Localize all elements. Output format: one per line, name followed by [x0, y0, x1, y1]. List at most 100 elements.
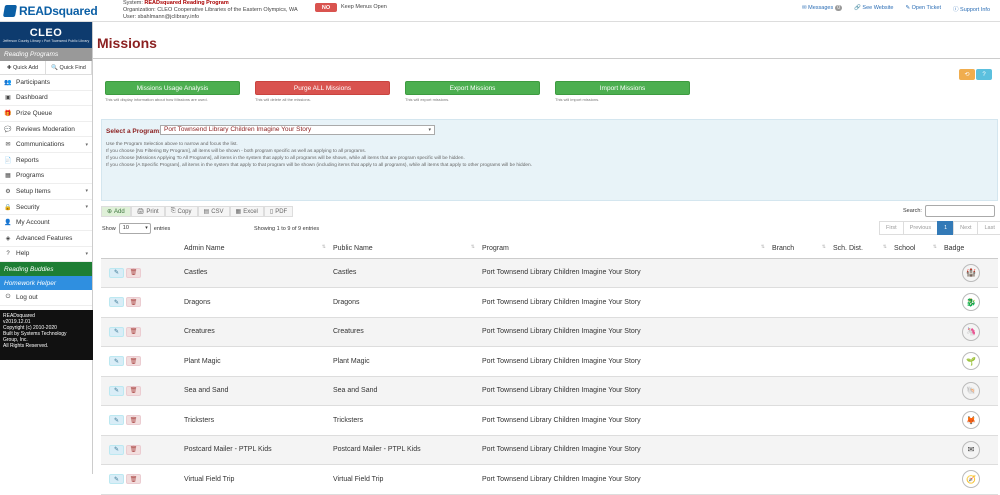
quick-add-button[interactable]: ✚ Quick Add — [0, 61, 46, 74]
edit-icon[interactable]: ✎ — [109, 326, 124, 337]
page-length-control: Show 10 entries — [102, 223, 170, 234]
edit-icon[interactable]: ✎ — [109, 267, 124, 278]
pdf-button[interactable]: ▯ PDF — [263, 206, 294, 217]
logout-link[interactable]: ⏻ Log out — [0, 290, 92, 306]
copy-button[interactable]: ⎘ Copy — [164, 206, 198, 217]
messages-link[interactable]: ✉ Messages 0 — [802, 5, 843, 13]
col-school[interactable]: School ⇅ — [891, 239, 941, 259]
col-admin-name[interactable]: Admin Name ⇅ — [181, 239, 330, 259]
trash-icon[interactable]: 🗑 — [126, 444, 141, 455]
action-buttons: Missions Usage Analysis This will display… — [105, 81, 690, 102]
sidebar-item-reviews-moderation[interactable]: 💬 Reviews Moderation — [0, 122, 92, 138]
sidebar-item-reports[interactable]: 📄 Reports — [0, 153, 92, 169]
csv-button[interactable]: ▤ CSV — [197, 206, 230, 217]
edit-icon[interactable]: ✎ — [109, 297, 124, 308]
sort-icon[interactable]: ⇅ — [883, 244, 887, 250]
pager-last[interactable]: Last — [977, 221, 1000, 235]
trash-icon[interactable]: 🗑 — [126, 415, 141, 426]
edit-icon[interactable]: ✎ — [109, 356, 124, 367]
page-title: Missions — [97, 35, 157, 51]
sort-icon[interactable]: ⇅ — [322, 244, 326, 250]
admin-name-cell: Dragons — [181, 287, 330, 318]
table-row: ✎ 🗑 Dragons Dragons Port Townsend Library Ch… — [101, 287, 998, 318]
trash-icon[interactable]: 🗑 — [126, 297, 141, 308]
pager-1[interactable]: 1 — [937, 221, 955, 235]
action-group: Import Missions This will import missions… — [555, 81, 690, 102]
add-button[interactable]: ⊕ Add — [101, 206, 131, 217]
action-button-purge-all-missions[interactable]: Purge ALL Missions — [255, 81, 390, 95]
col-badge[interactable]: Badge — [941, 239, 998, 259]
chevron-down-icon: ▾ — [428, 127, 431, 133]
col-sch-dist-[interactable]: Sch. Dist. ⇅ — [830, 239, 891, 259]
public-name-cell: Virtual Field Trip — [330, 464, 479, 495]
sidebar-item-icon: 🔒 — [4, 204, 12, 211]
public-name-cell: Sea and Sand — [330, 376, 479, 406]
sidebar-item-icon: 💬 — [4, 126, 12, 133]
sidebar-item-help[interactable]: ? Help ▾ — [0, 247, 92, 263]
trash-icon[interactable]: 🗑 — [126, 326, 141, 337]
program-select[interactable]: Port Townsend Library Children Imagine Y… — [160, 125, 435, 135]
edit-icon[interactable]: ✎ — [109, 415, 124, 426]
school-district-cell — [830, 317, 891, 347]
sidebar-item-participants[interactable]: 👥 Participants — [0, 75, 92, 91]
sidebar-item-security[interactable]: 🔒 Security ▾ — [0, 200, 92, 216]
sidebar-item-my-account[interactable]: 👤 My Account — [0, 215, 92, 231]
power-icon: ⏻ — [5, 293, 11, 300]
sort-icon[interactable]: ⇅ — [471, 244, 475, 250]
pager-next[interactable]: Next — [953, 221, 979, 235]
support-info-link[interactable]: ⓘ Support Info — [953, 5, 990, 13]
column-header-label: Public Name — [333, 244, 373, 252]
col-public-name[interactable]: Public Name ⇅ — [330, 239, 479, 259]
pager-first[interactable]: First — [879, 221, 904, 235]
sidebar-item-prize-queue[interactable]: 🎁 Prize Queue — [0, 106, 92, 122]
app-logo[interactable]: READsquared — [2, 3, 98, 19]
share-icon[interactable]: ⟲ — [959, 69, 975, 80]
sidebar-item-label: Dashboard — [16, 94, 48, 102]
row-actions: ✎ 🗑 — [101, 435, 181, 465]
edit-icon[interactable]: ✎ — [109, 474, 124, 485]
sidebar-item-dashboard[interactable]: ▣ Dashboard — [0, 91, 92, 107]
action-button-import-missions[interactable]: Import Missions — [555, 81, 690, 95]
sort-icon[interactable]: ⇅ — [933, 244, 937, 250]
branch-cell — [769, 287, 830, 318]
trash-icon[interactable]: 🗑 — [126, 385, 141, 396]
open-ticket-link[interactable]: ✎ Open Ticket — [906, 5, 942, 13]
quick-find-button[interactable]: 🔍 Quick Find — [46, 61, 92, 74]
sidebar-item-icon: ⚙ — [5, 188, 11, 195]
school-district-cell — [830, 287, 891, 318]
sidebar-item-programs[interactable]: ▦ Programs — [0, 169, 92, 185]
sidebar-item-label: Reviews Moderation — [16, 125, 75, 133]
edit-icon[interactable]: ✎ — [109, 444, 124, 455]
sidebar-item-setup-items[interactable]: ⚙ Setup Items ▾ — [0, 184, 92, 200]
excel-button[interactable]: ▦ Excel — [229, 206, 264, 217]
section-homework-helper[interactable]: Homework Helper — [0, 276, 92, 291]
page-length-select[interactable]: 10 — [118, 223, 151, 234]
trash-icon[interactable]: 🗑 — [126, 356, 141, 367]
section-reading-buddies[interactable]: Reading Buddies — [0, 262, 92, 277]
sort-icon[interactable]: ⇅ — [761, 244, 765, 250]
action-button-export-missions[interactable]: Export Missions — [405, 81, 540, 95]
col-program[interactable]: Program ⇅ — [479, 239, 769, 259]
see-website-link[interactable]: 🔗 See Website — [854, 5, 893, 13]
row-actions: ✎ 🗑 — [101, 287, 181, 318]
action-note: This will import missions. — [555, 97, 600, 102]
section-reading-programs[interactable]: Reading Programs — [0, 48, 92, 61]
pager-previous[interactable]: Previous — [902, 221, 939, 235]
keep-menus-toggle[interactable]: NO — [315, 3, 337, 12]
sidebar-item-label: Help — [16, 250, 30, 258]
school-district-cell — [830, 435, 891, 465]
col-branch[interactable]: Branch ⇅ — [769, 239, 830, 259]
trash-icon[interactable]: 🗑 — [126, 267, 141, 278]
program-cell: Port Townsend Library Children Imagine Y… — [479, 287, 769, 318]
sort-icon[interactable]: ⇅ — [822, 244, 826, 250]
sidebar-item-advanced-features[interactable]: ◈ Advanced Features — [0, 231, 92, 247]
action-button-missions-usage-analysis[interactable]: Missions Usage Analysis — [105, 81, 240, 95]
print-button[interactable]: 🖨 Print — [130, 206, 165, 217]
edit-icon[interactable]: ✎ — [109, 385, 124, 396]
search-input[interactable] — [925, 205, 995, 217]
sidebar-item-communications[interactable]: ✉ Communications ▾ — [0, 137, 92, 153]
column-header-label: Program — [482, 244, 509, 252]
trash-icon[interactable]: 🗑 — [126, 474, 141, 485]
help-icon[interactable]: ? — [976, 69, 992, 80]
column-header-label: School — [894, 244, 916, 252]
